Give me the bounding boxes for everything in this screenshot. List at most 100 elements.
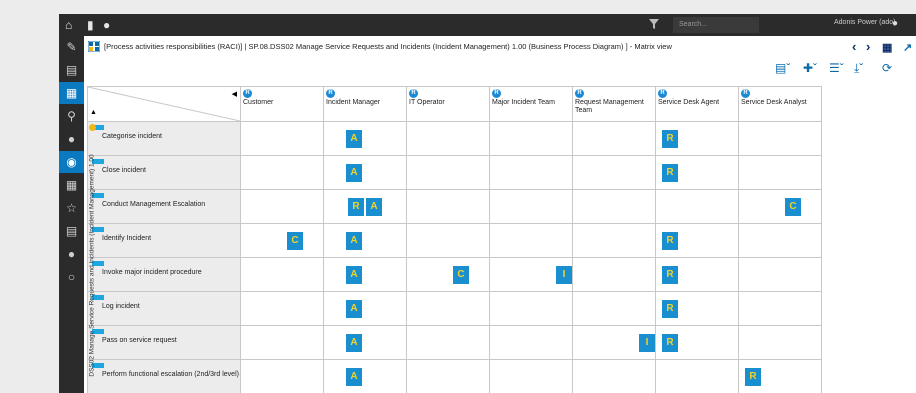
raci-badge-a[interactable]: A <box>346 368 362 386</box>
book-icon[interactable]: ▦ <box>59 82 84 104</box>
column-header[interactable]: R IT Operator <box>406 86 490 122</box>
matrix-cell[interactable] <box>572 189 656 224</box>
matrix-cell[interactable] <box>406 359 490 393</box>
matrix-cell[interactable] <box>406 325 490 360</box>
raci-badge-i[interactable]: I <box>556 266 572 284</box>
matrix-cell[interactable]: R <box>655 291 739 326</box>
user-icon[interactable]: ● <box>892 18 898 29</box>
matrix-cell[interactable] <box>406 189 490 224</box>
matrix-cell[interactable] <box>572 291 656 326</box>
raci-badge-c[interactable]: C <box>785 198 801 216</box>
row-header[interactable]: Categorise incident <box>87 121 241 156</box>
matrix-cell[interactable] <box>655 359 739 393</box>
matrix-cell[interactable] <box>489 223 573 258</box>
matrix-cell[interactable]: R <box>655 325 739 360</box>
raci-badge-a[interactable]: A <box>346 266 362 284</box>
matrix-cell[interactable]: RA <box>323 189 407 224</box>
matrix-cell[interactable] <box>240 325 324 360</box>
matrix-cell[interactable] <box>406 291 490 326</box>
expand-icon[interactable]: ↗ <box>903 41 912 54</box>
matrix-cell[interactable] <box>489 121 573 156</box>
bulb-icon[interactable]: ○ <box>59 266 84 288</box>
row-header[interactable]: Conduct Management Escalation <box>87 189 241 224</box>
calendar-icon[interactable]: ▦ <box>59 174 84 196</box>
column-header[interactable]: R Request Management Team <box>572 86 656 122</box>
column-header[interactable]: R Service Desk Agent <box>655 86 739 122</box>
report-icon[interactable]: ▤ <box>59 59 84 81</box>
matrix-cell[interactable] <box>572 223 656 258</box>
collapse-icon[interactable]: ◀ <box>232 90 237 98</box>
column-header[interactable]: R Incident Manager <box>323 86 407 122</box>
row-header[interactable]: Log incident <box>87 291 241 326</box>
raci-badge-r[interactable]: R <box>662 266 678 284</box>
raci-badge-c[interactable]: C <box>453 266 469 284</box>
matrix-cell[interactable] <box>489 325 573 360</box>
matrix-cell[interactable] <box>489 189 573 224</box>
raci-badge-r[interactable]: R <box>662 164 678 182</box>
matrix-cell[interactable]: I <box>489 257 573 292</box>
matrix-cell[interactable]: R <box>655 257 739 292</box>
eye-icon[interactable]: ◉ <box>59 151 84 173</box>
matrix-cell[interactable] <box>489 291 573 326</box>
document-icon[interactable]: ▤ <box>59 220 84 242</box>
matrix-cell[interactable] <box>738 257 822 292</box>
matrix-cell[interactable] <box>240 291 324 326</box>
matrix-cell[interactable] <box>240 121 324 156</box>
matrix-cell[interactable] <box>489 155 573 190</box>
matrix-cell[interactable] <box>572 155 656 190</box>
row-header[interactable]: Invoke major incident procedure <box>87 257 241 292</box>
refresh-icon[interactable]: ⟳ <box>882 61 892 75</box>
column-header[interactable]: R Service Desk Analyst <box>738 86 822 122</box>
chat-icon[interactable]: ● <box>103 18 110 32</box>
home-icon[interactable]: ⌂ <box>65 18 72 32</box>
matrix-cell[interactable] <box>240 257 324 292</box>
matrix-cell[interactable] <box>406 223 490 258</box>
matrix-cell[interactable]: R <box>738 359 822 393</box>
raci-badge-a[interactable]: A <box>366 198 382 216</box>
matrix-cell[interactable] <box>240 189 324 224</box>
matrix-cell[interactable]: R <box>655 223 739 258</box>
raci-badge-a[interactable]: A <box>346 164 362 182</box>
raci-badge-r[interactable]: R <box>662 334 678 352</box>
matrix-cell[interactable] <box>406 155 490 190</box>
raci-badge-r[interactable]: R <box>745 368 761 386</box>
matrix-cell[interactable] <box>240 155 324 190</box>
matrix-cell[interactable] <box>489 359 573 393</box>
row-header[interactable]: Identify Incident <box>87 223 241 258</box>
raci-badge-r[interactable]: R <box>348 198 364 216</box>
edit-icon[interactable]: ✎ <box>59 36 84 58</box>
raci-badge-a[interactable]: A <box>346 232 362 250</box>
diagram-icon[interactable]: ▦ <box>882 41 892 54</box>
matrix-cell[interactable]: A <box>323 325 407 360</box>
raci-badge-a[interactable]: A <box>346 300 362 318</box>
raci-badge-r[interactable]: R <box>662 232 678 250</box>
matrix-cell[interactable] <box>572 121 656 156</box>
matrix-cell[interactable] <box>738 325 822 360</box>
matrix-cell[interactable] <box>738 291 822 326</box>
group-icon[interactable]: ● <box>59 243 84 265</box>
matrix-cell[interactable]: C <box>406 257 490 292</box>
matrix-cell[interactable]: A <box>323 223 407 258</box>
matrix-cell[interactable]: A <box>323 291 407 326</box>
raci-badge-r[interactable]: R <box>662 130 678 148</box>
column-header[interactable]: R Customer <box>240 86 324 122</box>
row-header[interactable]: Pass on service request <box>87 325 241 360</box>
matrix-cell[interactable] <box>240 359 324 393</box>
search-icon[interactable]: ⚲ <box>59 105 84 127</box>
download-icon[interactable]: ⤓ˇ <box>854 61 863 76</box>
column-header[interactable]: R Major Incident Team <box>489 86 573 122</box>
row-header[interactable]: Perform functional escalation (2nd/3rd l… <box>87 359 241 393</box>
matrix-cell[interactable] <box>572 359 656 393</box>
matrix-cell[interactable] <box>406 121 490 156</box>
raci-badge-c[interactable]: C <box>287 232 303 250</box>
filter-icon[interactable] <box>649 18 659 30</box>
matrix-cell[interactable] <box>738 121 822 156</box>
matrix-cell[interactable]: R <box>655 155 739 190</box>
raci-badge-a[interactable]: A <box>346 334 362 352</box>
matrix-cell[interactable]: C <box>738 189 822 224</box>
matrix-cell[interactable] <box>655 189 739 224</box>
search-input[interactable]: Search... <box>673 17 759 33</box>
raci-badge-a[interactable]: A <box>346 130 362 148</box>
matrix-cell[interactable]: I <box>572 325 656 360</box>
matrix-cell[interactable]: A <box>323 257 407 292</box>
